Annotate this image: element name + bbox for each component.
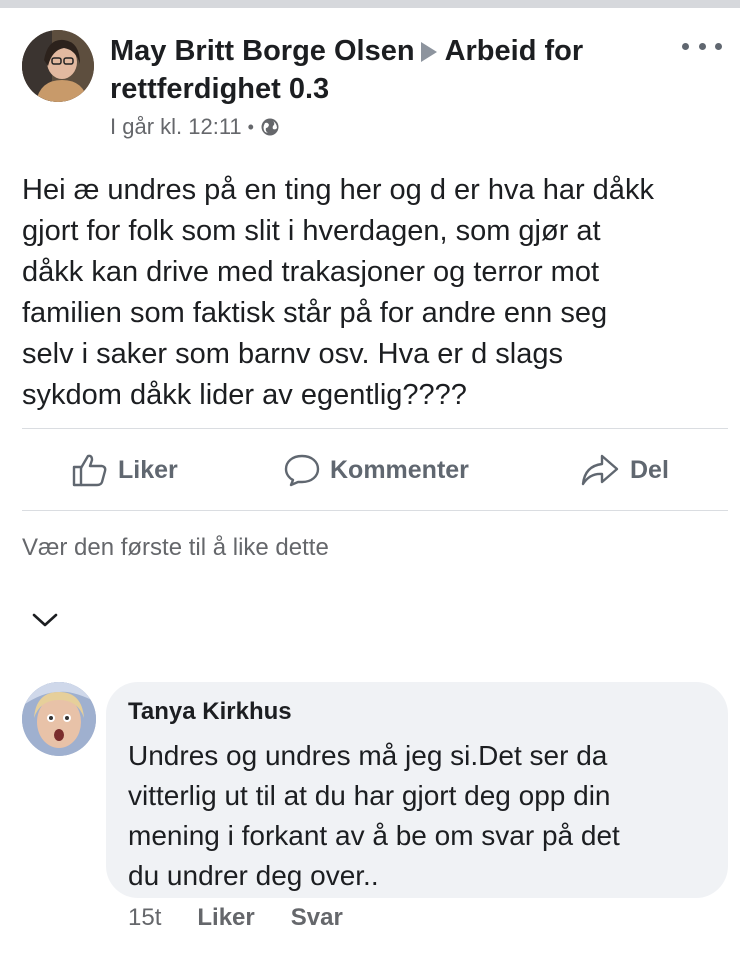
chevron-down-icon[interactable] xyxy=(30,608,60,632)
share-arrow-icon xyxy=(581,454,619,486)
like-label: Liker xyxy=(118,455,178,484)
commenter-avatar[interactable] xyxy=(22,682,96,756)
top-strip xyxy=(0,0,740,8)
post-author-name[interactable]: May Britt Borge Olsen xyxy=(110,35,415,67)
comment-like-button[interactable]: Liker xyxy=(197,904,254,932)
meta-separator: • xyxy=(247,116,254,137)
shared-to-arrow-icon xyxy=(420,42,437,62)
comment-bubble-icon xyxy=(284,454,320,487)
comment-button[interactable]: Kommenter xyxy=(284,432,469,508)
comment-label: Kommenter xyxy=(330,455,469,484)
share-label: Del xyxy=(630,455,669,484)
divider-bottom xyxy=(22,510,728,511)
comment-bubble: Tanya Kirkhus Undres og undres må jeg si… xyxy=(106,682,728,898)
post-body-text: Hei æ undres på en ting her og d er hva … xyxy=(22,174,654,411)
comment-text: Undres og undres må jeg si.Det ser da vi… xyxy=(128,740,620,891)
comment-author-name[interactable]: Tanya Kirkhus xyxy=(128,698,292,726)
comment-meta: 15t Liker Svar xyxy=(128,904,343,932)
author-avatar[interactable] xyxy=(22,30,94,102)
thumbs-up-icon xyxy=(72,454,107,487)
comment-reply-button[interactable]: Svar xyxy=(291,904,343,932)
divider-top xyxy=(22,428,728,429)
post-meta: I går kl. 12:11 • xyxy=(110,114,280,140)
reaction-summary: Vær den første til å like dette xyxy=(22,534,329,561)
post-timestamp[interactable]: I går kl. 12:11 xyxy=(110,114,242,140)
comment-time[interactable]: 15t xyxy=(128,904,161,932)
author-avatar-image xyxy=(22,30,94,102)
globe-icon xyxy=(261,118,279,136)
post-header: May Britt Borge Olsen Arbeid for rettferd… xyxy=(22,30,722,150)
commenter-avatar-image xyxy=(22,682,96,756)
more-options-icon[interactable] xyxy=(682,34,722,58)
share-button[interactable]: Del xyxy=(580,432,669,508)
post-author-line: May Britt Borge Olsen Arbeid for rettferd… xyxy=(110,32,670,108)
post-action-bar: Liker Kommenter Del xyxy=(22,432,728,508)
like-button[interactable]: Liker xyxy=(72,432,178,508)
